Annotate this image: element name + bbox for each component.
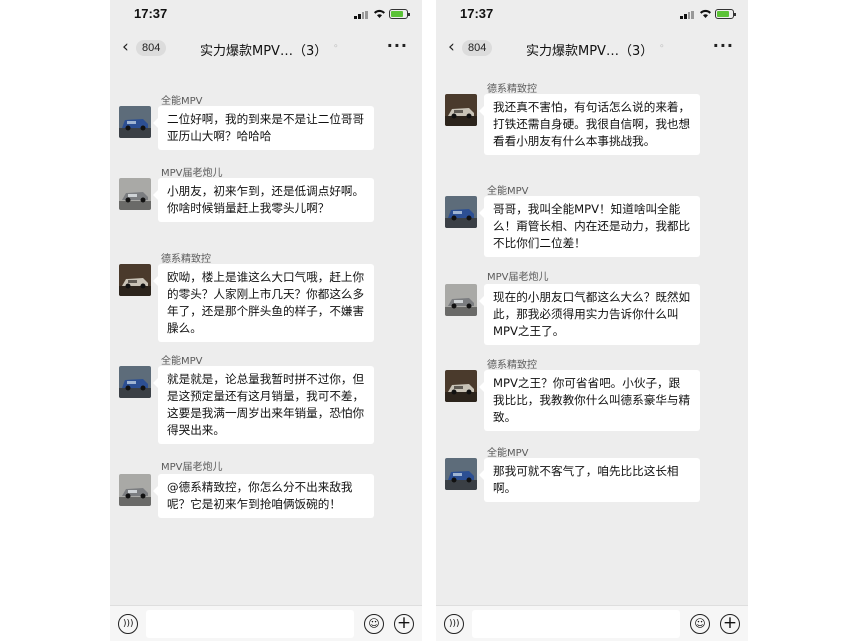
more-icon[interactable]: ··· xyxy=(387,36,408,55)
sender-name: MPV届老炮儿 xyxy=(161,168,223,179)
avatar[interactable] xyxy=(119,178,151,210)
emoji-icon[interactable]: ☺ xyxy=(690,614,710,634)
back-chevron-icon[interactable]: ‹ xyxy=(448,39,455,56)
status-time: 17:37 xyxy=(134,6,168,21)
wifi-icon xyxy=(700,9,711,18)
avatar[interactable] xyxy=(119,106,151,138)
message-bubble[interactable]: 我还真不害怕，有句话怎么说的来着，打铁还需自身硬。我很自信啊，我也想看看小朋友有… xyxy=(479,94,700,155)
chat-screen-left: 17:37 ‹ 804 实力爆款MPV…（3） ⚬ ··· 全能MPV 二位好啊… xyxy=(110,0,422,641)
battery-icon xyxy=(715,9,736,19)
message-bubble[interactable]: 就是就是，论总量我暂时拼不过你，但是这预定量还有这月销量，我可不差，这要是我满一… xyxy=(153,366,374,444)
nav-bar: ‹ 804 实力爆款MPV…（3） ⚬ ··· xyxy=(110,30,422,66)
status-bar: 17:37 xyxy=(436,0,748,30)
message-bubble[interactable]: 那我可就不客气了，咱先比比这长相啊。 xyxy=(479,458,700,502)
avatar[interactable] xyxy=(445,458,477,490)
input-bar: ))) ☺ + xyxy=(436,605,748,641)
chat-title: 实力爆款MPV…（3） xyxy=(526,44,654,59)
unread-count-badge[interactable]: 804 xyxy=(462,40,493,56)
wifi-icon xyxy=(374,9,385,18)
sender-name: 全能MPV xyxy=(487,448,529,459)
mute-icon: ⚬ xyxy=(332,42,340,52)
sender-name: MPV届老炮儿 xyxy=(161,462,223,473)
sender-name: 全能MPV xyxy=(161,96,203,107)
nav-bar: ‹ 804 实力爆款MPV…（3） ⚬ ··· xyxy=(436,30,748,66)
chat-screen-right: 17:37 ‹ 804 实力爆款MPV…（3） ⚬ ··· 德系精致控 我还真不… xyxy=(436,0,748,641)
message-bubble[interactable]: 二位好啊，我的到来是不是让二位哥哥亚历山大啊？哈哈哈 xyxy=(153,106,374,150)
signal-icon xyxy=(680,11,694,19)
status-bar: 17:37 xyxy=(110,0,422,30)
unread-count-badge[interactable]: 804 xyxy=(136,40,167,56)
mute-icon: ⚬ xyxy=(658,42,666,52)
message-input[interactable] xyxy=(146,610,354,638)
sender-name: 全能MPV xyxy=(487,186,529,197)
plus-icon[interactable]: + xyxy=(394,614,414,634)
sender-name: MPV届老炮儿 xyxy=(487,272,549,283)
message-bubble[interactable]: 欧呦，楼上是谁这么大口气哦，赶上你的零头？人家刚上市几天？你都这么多年了，还是那… xyxy=(153,264,374,342)
input-bar: ))) ☺ + xyxy=(110,605,422,641)
message-bubble[interactable]: 哥哥，我叫全能MPV！知道啥叫全能么！甭管长相、内在还是动力，我都比不比你们二位… xyxy=(479,196,700,257)
emoji-icon[interactable]: ☺ xyxy=(364,614,384,634)
message-input[interactable] xyxy=(472,610,680,638)
sender-name: 德系精致控 xyxy=(487,360,537,371)
status-time: 17:37 xyxy=(460,6,494,21)
sender-name: 德系精致控 xyxy=(161,254,211,265)
sender-name: 德系精致控 xyxy=(487,84,537,95)
avatar[interactable] xyxy=(445,94,477,126)
avatar[interactable] xyxy=(119,264,151,296)
message-bubble[interactable]: 现在的小朋友口气都这么大么？既然如此，那我必须得用实力告诉你什么叫MPV之王了。 xyxy=(479,284,700,345)
more-icon[interactable]: ··· xyxy=(713,36,734,55)
plus-icon[interactable]: + xyxy=(720,614,740,634)
avatar[interactable] xyxy=(445,196,477,228)
avatar[interactable] xyxy=(119,474,151,506)
message-bubble[interactable]: 小朋友，初来乍到，还是低调点好啊。你啥时候销量赶上我零头儿啊？ xyxy=(153,178,374,222)
avatar[interactable] xyxy=(445,284,477,316)
sender-name: 全能MPV xyxy=(161,356,203,367)
message-bubble[interactable]: MPV之王？你可省省吧。小伙子，跟我比比，我教教你什么叫德系豪华与精致。 xyxy=(479,370,700,431)
signal-icon xyxy=(354,11,368,19)
voice-icon[interactable]: ))) xyxy=(444,614,464,634)
chat-title: 实力爆款MPV…（3） xyxy=(200,44,328,59)
message-bubble[interactable]: @德系精致控，你怎么分不出来敌我呢？它是初来乍到抢咱俩饭碗的！ xyxy=(153,474,374,518)
back-chevron-icon[interactable]: ‹ xyxy=(122,39,129,56)
battery-icon xyxy=(389,9,410,19)
avatar[interactable] xyxy=(445,370,477,402)
voice-icon[interactable]: ))) xyxy=(118,614,138,634)
avatar[interactable] xyxy=(119,366,151,398)
